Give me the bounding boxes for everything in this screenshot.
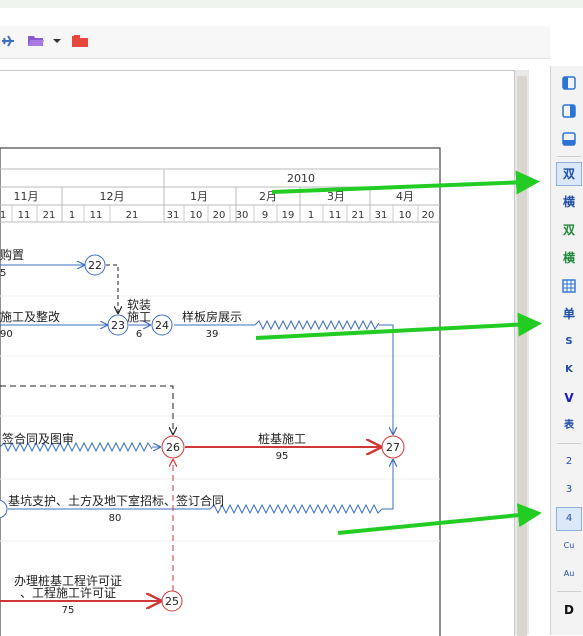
day-label: 31 xyxy=(167,210,180,221)
day-label: 11 xyxy=(90,210,103,221)
month-label: 3月 xyxy=(327,190,345,203)
task-duration: 95 xyxy=(276,451,289,462)
single-code-button[interactable]: 单 xyxy=(557,303,581,325)
task-label: 签合同及图审 xyxy=(2,431,74,446)
grid-icon[interactable] xyxy=(557,275,581,297)
task-label: 购置 xyxy=(0,247,24,262)
month-label: 1月 xyxy=(190,190,208,203)
double-add-button[interactable]: 双 xyxy=(557,219,581,241)
day-label: 30 xyxy=(236,210,249,221)
task-duration: 90 xyxy=(0,329,13,340)
svg-text:27: 27 xyxy=(386,441,400,454)
event-node-23[interactable]: 23 xyxy=(107,314,129,336)
chart-frame xyxy=(0,147,441,636)
day-label: 10 xyxy=(399,210,412,221)
day-label: 31 xyxy=(375,210,388,221)
window-top-strip xyxy=(0,0,583,8)
v-button[interactable]: V xyxy=(557,387,581,409)
year-label: 2010 xyxy=(287,172,315,185)
cu-button[interactable]: Cu xyxy=(557,535,581,557)
event-node-26[interactable]: 26 xyxy=(161,435,185,459)
divider xyxy=(557,156,581,157)
folder-icon[interactable] xyxy=(71,32,89,50)
task-duration: 39 xyxy=(206,329,219,340)
task-duration: 6 xyxy=(136,329,142,340)
month-label: 2月 xyxy=(259,190,277,203)
day-label: 1 xyxy=(0,210,6,221)
task-duration: 80 xyxy=(109,513,122,524)
divider xyxy=(557,443,581,444)
svg-text:26: 26 xyxy=(166,441,180,454)
svg-text:22: 22 xyxy=(88,259,102,272)
network-diagram: 2010 11月 12月 1月 2月 3月 4月 1 11 21 1 11 21… xyxy=(0,147,441,636)
day-label: 20 xyxy=(213,210,226,221)
day-label: 9 xyxy=(262,210,268,221)
k-button[interactable]: K xyxy=(557,359,581,381)
day-label: 11 xyxy=(18,210,31,221)
day-label: 21 xyxy=(126,210,139,221)
task-label: 基坑支护、土方及地下室招标、签订合同 xyxy=(8,493,224,508)
task-label: 、工程施工许可证 xyxy=(20,585,116,600)
event-node-22[interactable]: 22 xyxy=(84,254,106,276)
svg-text:25: 25 xyxy=(165,595,179,608)
layout-bottom-icon[interactable] xyxy=(557,128,581,150)
month-label: 4月 xyxy=(396,190,414,203)
task-duration: 75 xyxy=(62,605,75,616)
layout-right-icon[interactable] xyxy=(557,100,581,122)
table-button[interactable]: 表 xyxy=(557,415,581,437)
side-toolbar: 双 横 双 横 单 S K V 表 2 3 4 Cu Au D xyxy=(550,66,583,635)
s-button[interactable]: S xyxy=(557,331,581,353)
scrollbar-thumb[interactable] xyxy=(517,76,527,636)
airplane-icon[interactable] xyxy=(0,32,18,50)
level-4-button[interactable]: 4 xyxy=(556,507,582,531)
level-3-button[interactable]: 3 xyxy=(557,479,581,501)
day-label: 20 xyxy=(422,210,435,221)
month-label: 12月 xyxy=(100,190,125,203)
event-node-27[interactable]: 27 xyxy=(381,435,405,459)
dropdown-arrow-icon[interactable] xyxy=(50,32,68,50)
horizontal-add-button[interactable]: 横 xyxy=(557,247,581,269)
level-2-button[interactable]: 2 xyxy=(557,451,581,473)
layout-left-icon[interactable] xyxy=(557,72,581,94)
event-node-24[interactable]: 24 xyxy=(151,314,173,336)
vertical-scrollbar[interactable] xyxy=(515,70,529,636)
network-diagram-canvas[interactable]: 2010 11月 12月 1月 2月 3月 4月 1 11 21 1 11 21… xyxy=(0,70,515,636)
day-label: 19 xyxy=(282,210,295,221)
svg-text:23: 23 xyxy=(111,319,125,332)
day-label: 11 xyxy=(329,210,342,221)
task-duration: 5 xyxy=(0,268,6,279)
toolbar xyxy=(0,26,550,59)
month-label: 11月 xyxy=(14,190,39,203)
task-label: 桩基施工 xyxy=(258,431,306,446)
double-code-button[interactable]: 双 xyxy=(556,162,582,186)
horizontal-button[interactable]: 横 xyxy=(557,191,581,213)
day-label: 21 xyxy=(352,210,365,221)
au-button[interactable]: Au xyxy=(557,563,581,585)
d-button[interactable]: D xyxy=(557,599,581,621)
day-label: 21 xyxy=(43,210,56,221)
event-node-25[interactable]: 25 xyxy=(161,590,183,612)
day-label: 1 xyxy=(69,210,75,221)
task-label: 施工 xyxy=(127,310,151,324)
day-label: 1 xyxy=(308,210,314,221)
folder-open-icon[interactable] xyxy=(27,32,45,50)
task-label: 施工及整改 xyxy=(0,309,60,324)
divider xyxy=(557,591,581,592)
task-label: 样板房展示 xyxy=(182,309,242,324)
svg-text:24: 24 xyxy=(155,319,169,332)
day-label: 10 xyxy=(190,210,203,221)
